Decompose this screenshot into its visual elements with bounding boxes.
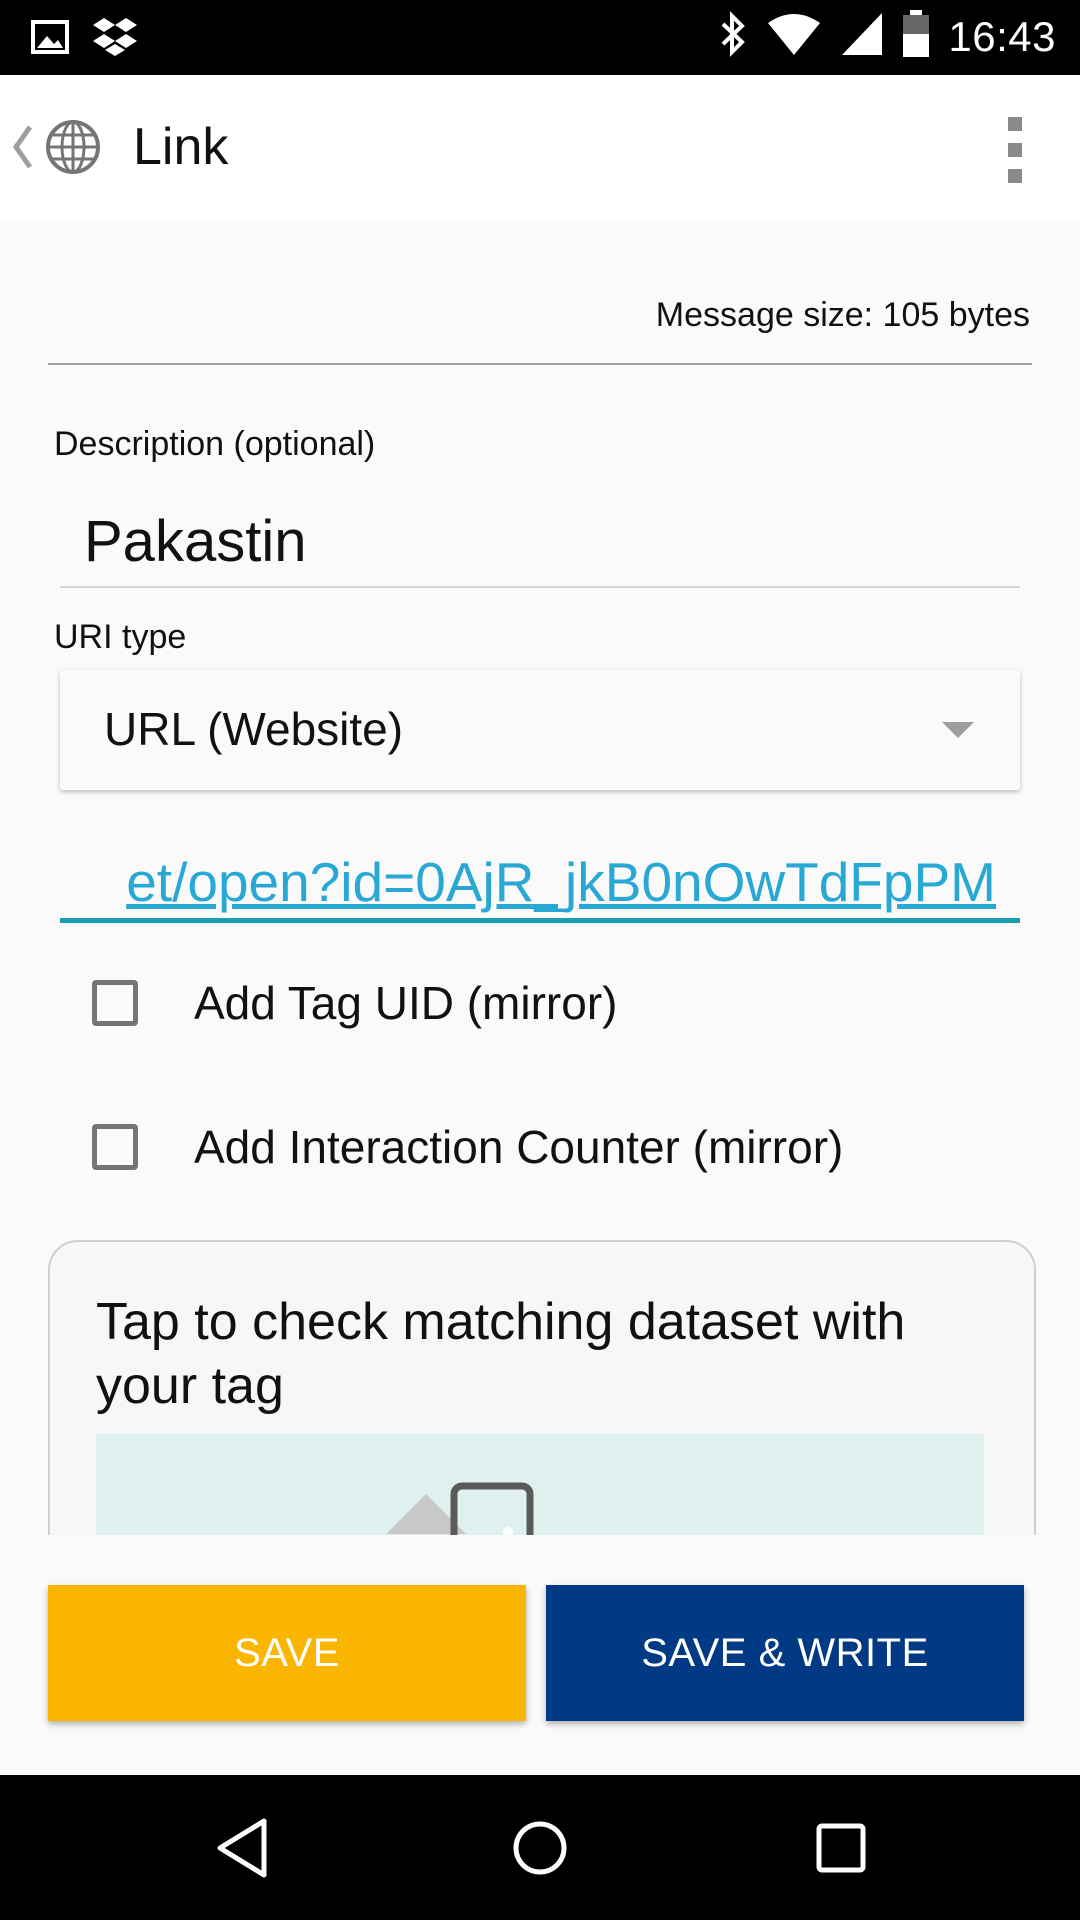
save-button[interactable]: SAVE [48, 1585, 526, 1721]
save-write-button[interactable]: SAVE & WRITE [546, 1585, 1024, 1721]
home-circle-icon[interactable] [510, 1817, 570, 1884]
uri-type-label: URI type [54, 618, 187, 656]
action-bar: SAVE SAVE & WRITE [0, 1535, 1080, 1775]
back-triangle-icon[interactable] [214, 1817, 270, 1884]
clock: 16:43 [948, 12, 1056, 60]
app-bar: Link [0, 75, 1080, 220]
description-label: Description (optional) [54, 425, 376, 463]
card-text: Tap to check matching dataset with your … [96, 1293, 906, 1415]
dropbox-icon [92, 16, 138, 63]
divider [48, 363, 1032, 365]
checkbox-interaction-counter[interactable] [92, 1124, 138, 1170]
back-chevron-icon[interactable] [10, 123, 34, 176]
url-input-underline [60, 918, 1020, 923]
form-content: Message size: 105 bytes Description (opt… [0, 220, 1080, 1535]
checkbox-label: Add Tag UID (mirror) [194, 977, 618, 1029]
nfc-tag-illustration [96, 1434, 984, 1535]
checkbox-tag-uid[interactable] [92, 980, 138, 1026]
status-bar: 16:43 [0, 0, 1080, 75]
url-value: et/open?id=0AjR_jkB0nOwTdFpPM [126, 851, 996, 913]
globe-icon[interactable] [45, 119, 101, 180]
bluetooth-icon [718, 10, 748, 63]
url-input[interactable]: et/open?id=0AjR_jkB0nOwTdFpPM [60, 832, 1020, 924]
checkbox-row-tag-uid[interactable]: Add Tag UID (mirror) [92, 976, 617, 1030]
description-underline [60, 586, 1020, 588]
recents-square-icon[interactable] [813, 1817, 869, 1884]
checkbox-row-interaction-counter[interactable]: Add Interaction Counter (mirror) [92, 1120, 843, 1174]
description-field[interactable]: Pakastin [84, 508, 306, 575]
dropdown-arrow-icon [942, 722, 974, 738]
navigation-bar [0, 1775, 1080, 1920]
uri-type-value: URL (Website) [104, 703, 404, 755]
more-vert-icon[interactable] [1000, 115, 1030, 185]
wifi-icon [766, 11, 822, 62]
battery-icon [902, 10, 930, 63]
check-dataset-card[interactable]: Tap to check matching dataset with your … [48, 1240, 1036, 1535]
message-size: Message size: 105 bytes [655, 296, 1030, 334]
signal-icon [840, 11, 884, 62]
uri-type-dropdown[interactable]: URL (Website) [60, 670, 1020, 790]
checkbox-label: Add Interaction Counter (mirror) [194, 1121, 844, 1173]
image-icon [30, 17, 70, 62]
page-title: Link [133, 118, 229, 176]
